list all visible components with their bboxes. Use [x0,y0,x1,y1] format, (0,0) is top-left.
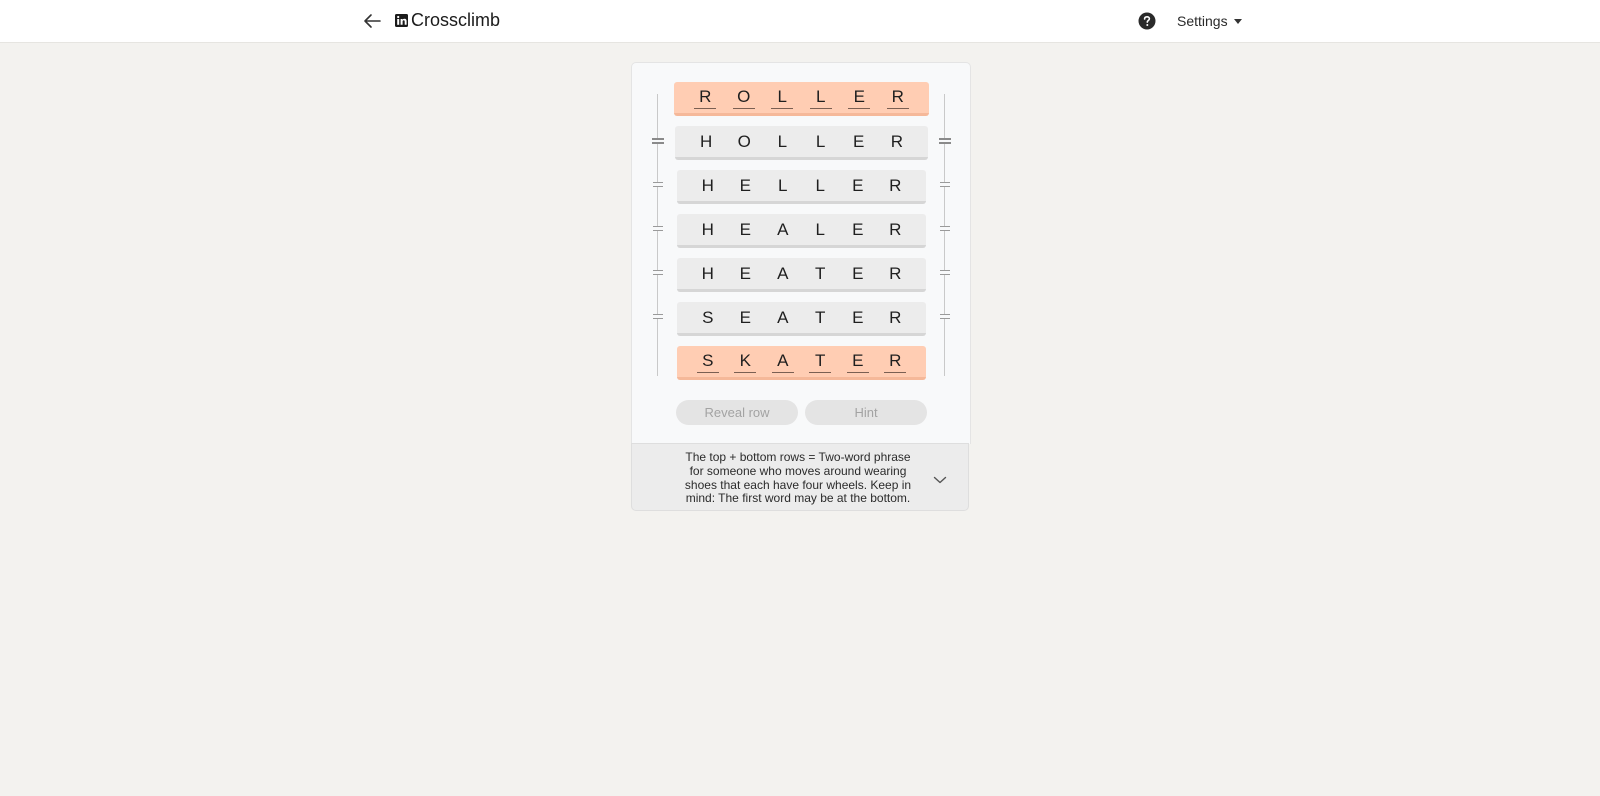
letter-cell[interactable]: O [732,87,755,109]
drag-handle-icon[interactable] [939,138,951,144]
letter-cell[interactable]: K [734,351,757,373]
drag-handle-icon[interactable] [653,314,663,319]
word-row[interactable]: H E L L E R [677,170,926,204]
letter-cell: E [739,263,751,283]
settings-dropdown[interactable]: Settings [1177,13,1242,29]
letter-cell: A [777,263,789,283]
hint-button[interactable]: Hint [805,400,927,425]
letter-cell: E [739,219,751,239]
back-arrow-icon[interactable] [360,9,384,33]
drag-handle-icon[interactable] [652,138,664,144]
letter-cell: A [777,307,789,327]
letter-cell: H [701,175,714,195]
letter-cell: R [889,219,902,239]
letter-cell[interactable]: S [696,351,719,373]
reveal-row-button[interactable]: Reveal row [676,400,798,425]
letter-cell: T [815,263,826,283]
letter-cell: T [815,307,826,327]
letter-cell: E [852,175,864,195]
chevron-down-icon[interactable] [933,472,947,484]
word-row[interactable]: H E A T E R [677,258,926,292]
word-row-top[interactable]: R O L L E R [674,82,929,116]
letter-cell: H [701,219,714,239]
letter-cell: R [890,131,903,151]
clue-panel: The top + bottom rows = Two-word phrase … [631,443,969,511]
letter-cell: E [739,307,751,327]
drag-handle-icon[interactable] [940,226,950,231]
left-rail [657,94,658,376]
drag-handle-icon[interactable] [653,182,663,187]
drag-handle-icon[interactable] [653,270,663,275]
letter-cell: H [699,131,713,151]
help-circle-icon[interactable] [1138,12,1156,30]
clue-text: The top + bottom rows = Two-word phrase … [684,450,912,506]
letter-cell: E [852,263,864,283]
letter-cell: A [777,219,789,239]
drag-handle-icon[interactable] [653,226,663,231]
word-row[interactable]: S E A T E R [677,302,926,336]
letter-cell: L [815,131,826,151]
letter-cell: O [737,131,751,151]
top-bar: Crossclimb Settings [0,0,1600,43]
letter-cell[interactable]: R [884,351,907,373]
letter-cell[interactable]: L [809,87,832,109]
letter-cell: E [852,219,864,239]
letter-cell[interactable]: E [848,87,871,109]
word-row[interactable]: H O L L E R [675,126,928,160]
word-row-bottom[interactable]: S K A T E R [677,346,926,380]
right-rail [944,94,945,376]
letter-cell[interactable]: E [846,351,869,373]
letter-cell: E [853,131,865,151]
letter-cell: L [778,175,788,195]
word-row[interactable]: H E A L E R [677,214,926,248]
letter-cell: L [777,131,788,151]
letter-cell: L [815,219,825,239]
drag-handle-icon[interactable] [940,182,950,187]
caret-down-icon [1233,19,1242,24]
letter-cell: E [852,307,864,327]
drag-handle-icon[interactable] [940,314,950,319]
linkedin-logo-icon [395,14,408,27]
letter-cell[interactable]: R [886,87,909,109]
drag-handle-icon[interactable] [940,270,950,275]
app-title: Crossclimb [411,10,501,30]
letter-cell: R [889,263,902,283]
letter-cell: E [739,175,751,195]
letter-cell: R [889,175,902,195]
letter-cell: S [702,307,714,327]
settings-label: Settings [1177,13,1228,29]
puzzle-board: R O L L E R H O L L E R H E L L E R H E … [631,62,971,444]
letter-cell: H [701,263,714,283]
letter-cell[interactable]: L [771,87,794,109]
letter-cell[interactable]: A [771,351,794,373]
letter-cell: R [889,307,902,327]
letter-cell[interactable]: R [694,87,717,109]
letter-cell: L [815,175,825,195]
letter-cell[interactable]: T [809,351,832,373]
